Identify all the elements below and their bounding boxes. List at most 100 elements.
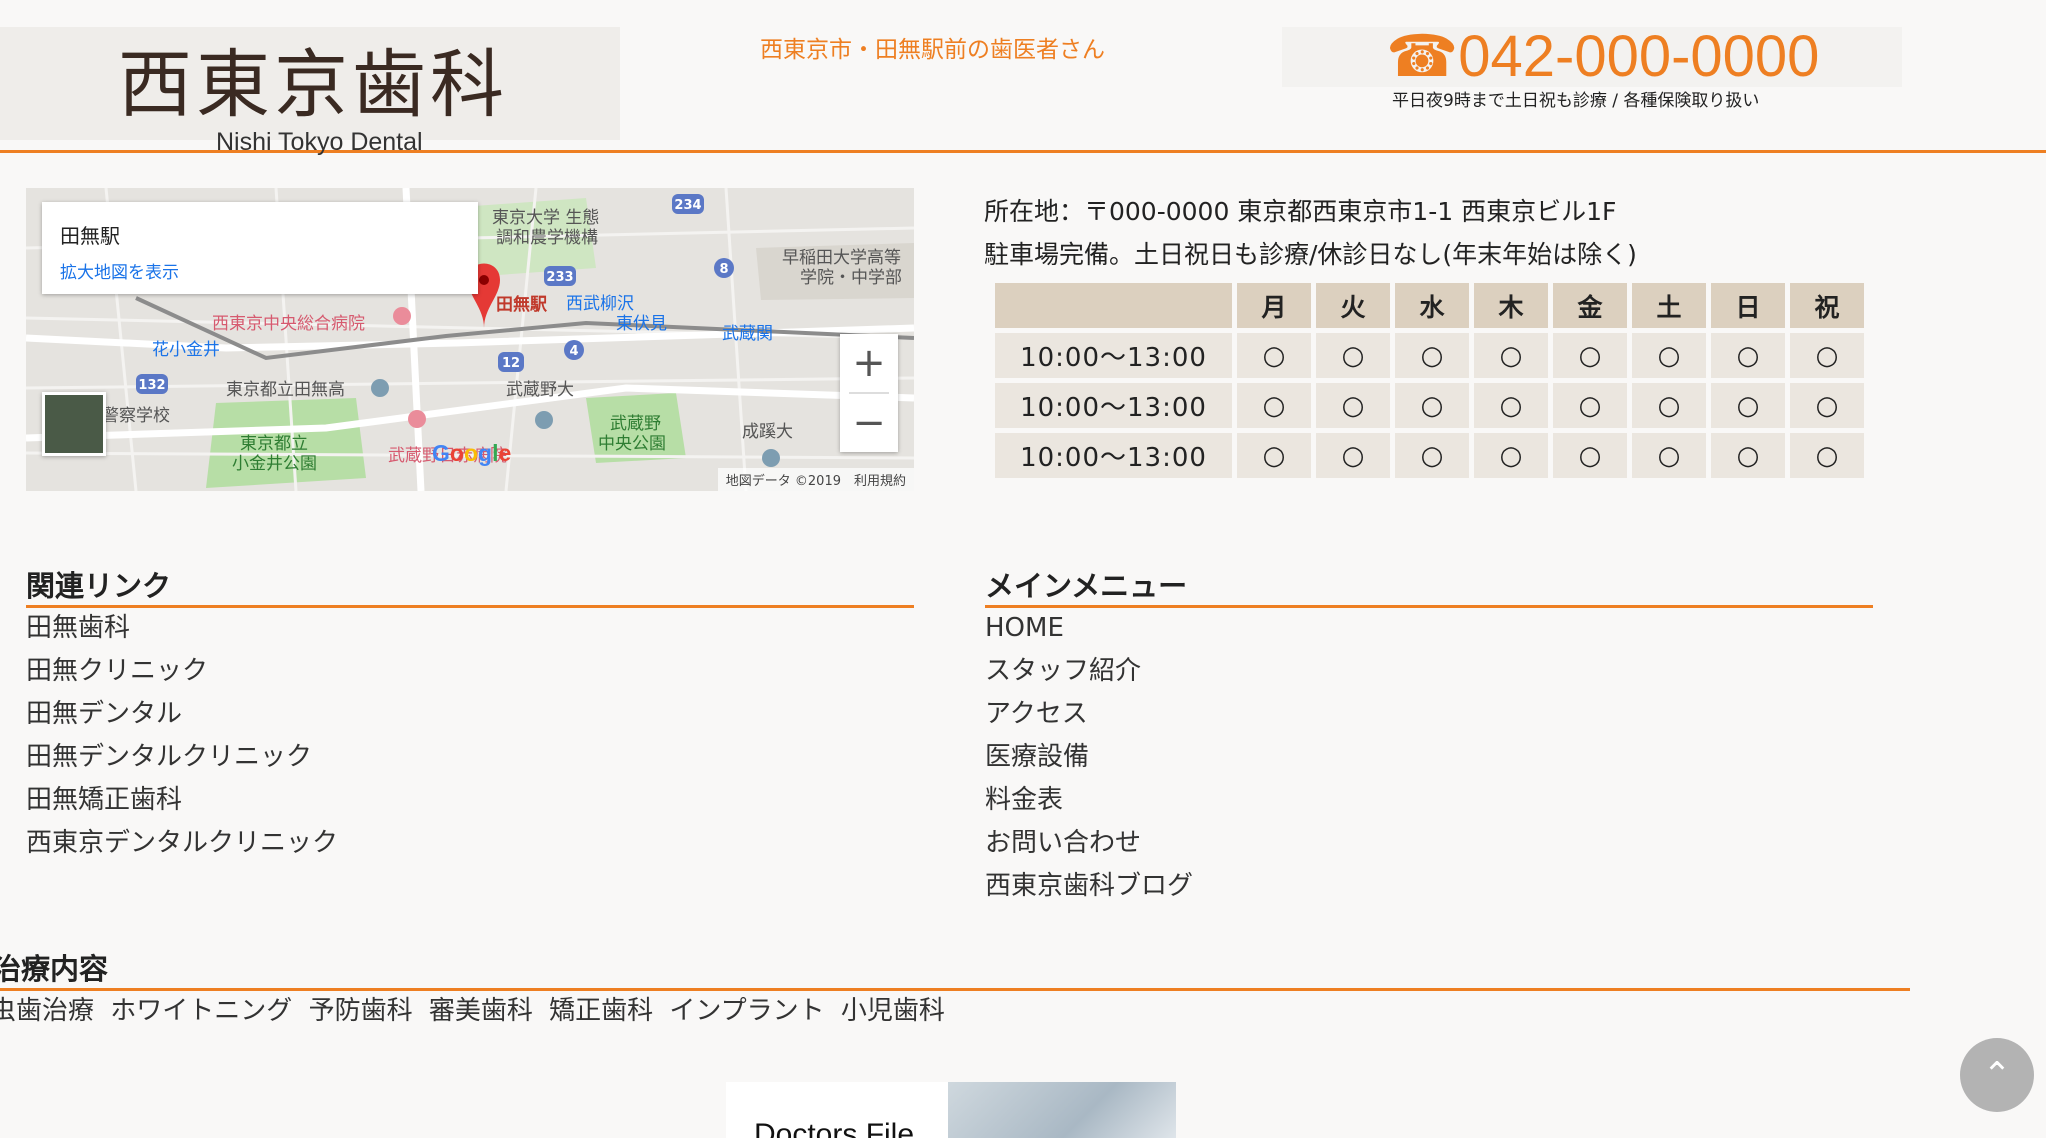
hours-table: 月 火 水 木 金 土 日 祝 10:00～13:00 ○ ○ ○ ○ ○ ○ … (990, 278, 1869, 483)
map-label-musashino-univ: 武蔵野大 (506, 380, 574, 400)
doctor-photo (948, 1082, 1176, 1138)
zoom-out-button[interactable]: − (840, 394, 898, 452)
route-12-label: 12 (502, 356, 520, 371)
hours-mark: ○ (1632, 333, 1706, 378)
hours-mark: ○ (1790, 383, 1864, 428)
treatment-item[interactable]: 予防歯科 (309, 996, 413, 1026)
hours-time: 10:00～13:00 (995, 383, 1232, 428)
access-info: 所在地：〒000-0000 東京都西東京市1-1 西東京ビル1F 駐車場完備。土… (984, 190, 1637, 276)
day-fri: 金 (1553, 283, 1627, 328)
view-larger-map-link[interactable]: 拡大地図を表示 (60, 258, 179, 283)
treatment-title: 治療内容 (0, 952, 109, 986)
map-label-univ1: 東京大学 生態 (492, 208, 600, 228)
hours-mark: ○ (1553, 383, 1627, 428)
map-attribution[interactable]: 地図データ ©2019 利用規約 (717, 468, 914, 491)
treatment-item[interactable]: ホワイトニング (110, 996, 292, 1026)
hours-mark: ○ (1553, 333, 1627, 378)
day-tue: 火 (1316, 283, 1390, 328)
hours-mark: ○ (1395, 383, 1469, 428)
treatment-list: 虫歯治療 ホワイトニング 予防歯科 審美歯科 矯正歯科 インプラント 小児歯科 (0, 990, 945, 1027)
map-info-title: 田無駅 (60, 224, 120, 248)
hours-row: 10:00～13:00 ○ ○ ○ ○ ○ ○ ○ ○ (995, 333, 1864, 378)
hours-mark: ○ (1632, 383, 1706, 428)
treatment-item[interactable]: 小児歯科 (841, 996, 945, 1026)
map-label-nishibu: 西武柳沢 (566, 294, 634, 314)
treatment-item[interactable]: 虫歯治療 (0, 996, 94, 1026)
logo[interactable]: 西東京歯科 Nishi Tokyo Dental (0, 27, 620, 156)
related-links-list: 田無歯科 田無クリニック 田無デンタル 田無デンタルクリニック 田無矯正歯科 西… (26, 607, 338, 865)
related-link-item[interactable]: 田無クリニック (26, 650, 338, 693)
hours-mark: ○ (1237, 383, 1311, 428)
treatment-item[interactable]: 矯正歯科 (549, 996, 653, 1026)
menu-item-contact[interactable]: お問い合わせ (985, 822, 1193, 865)
chevron-up-icon: ⌃ (1982, 1055, 2012, 1095)
google-map[interactable]: 234 233 8 12 4 132 田無駅 東京大学 生態 調和農学機構 早稲… (26, 188, 914, 491)
hours-mark: ○ (1790, 433, 1864, 478)
menu-item-access[interactable]: アクセス (985, 693, 1193, 736)
map-label-park2: 小金井公園 (232, 454, 317, 474)
day-sat: 土 (1632, 283, 1706, 328)
hours-mark: ○ (1790, 333, 1864, 378)
menu-item-blog[interactable]: 西東京歯科ブログ (985, 865, 1193, 908)
treatment-item[interactable]: 審美歯科 (429, 996, 533, 1026)
hours-row: 10:00～13:00 ○ ○ ○ ○ ○ ○ ○ ○ (995, 433, 1864, 478)
back-to-top-button[interactable]: ⌃ (1960, 1038, 2034, 1112)
route-233-label: 233 (546, 270, 573, 285)
hours-mark: ○ (1553, 433, 1627, 478)
zoom-in-button[interactable]: + (840, 334, 898, 392)
day-mon: 月 (1237, 283, 1311, 328)
parking-note: 駐車場完備。土日祝日も診療/休診日なし(年末年始は除く) (984, 240, 1637, 269)
route-4-label: 4 (569, 344, 578, 359)
day-thu: 木 (1474, 283, 1548, 328)
related-link-item[interactable]: 田無デンタル (26, 693, 338, 736)
phone-note: 平日夜9時まで土日祝も診療 / 各種保険取り扱い (1392, 91, 1760, 111)
map-label-waseda1: 早稲田大学高等 (782, 248, 901, 268)
main-menu-title: メインメニュー (985, 569, 1188, 603)
related-link-item[interactable]: 田無デンタルクリニック (26, 736, 338, 779)
hours-mark: ○ (1395, 433, 1469, 478)
google-logo: Google (432, 440, 512, 466)
hours-mark: ○ (1474, 433, 1548, 478)
hours-mark: ○ (1395, 333, 1469, 378)
map-label-seikei: 成蹊大 (742, 422, 793, 442)
hours-row: 10:00～13:00 ○ ○ ○ ○ ○ ○ ○ ○ (995, 383, 1864, 428)
related-link-item[interactable]: 田無歯科 (26, 607, 338, 650)
map-label-higashi: 東伏見 (616, 314, 667, 334)
hours-mark: ○ (1316, 433, 1390, 478)
banner-text: Doctors File (754, 1118, 915, 1138)
map-label-musashiseki: 武蔵関 (722, 324, 773, 344)
related-link-item[interactable]: 田無矯正歯科 (26, 779, 338, 822)
related-link-item[interactable]: 西東京デンタルクリニック (26, 822, 338, 865)
main-menu-list: HOME スタッフ紹介 アクセス 医療設備 料金表 お問い合わせ 西東京歯科ブロ… (985, 607, 1193, 908)
menu-item-pricing[interactable]: 料金表 (985, 779, 1193, 822)
logo-title: 西東京歯科 (118, 42, 508, 128)
map-label-station: 田無駅 (496, 295, 547, 315)
hours-time: 10:00～13:00 (995, 333, 1232, 378)
doctors-file-banner[interactable]: Doctors File (726, 1082, 1176, 1138)
satellite-toggle[interactable] (42, 392, 106, 456)
route-8-label: 8 (719, 262, 728, 277)
site-header: 西東京歯科 Nishi Tokyo Dental 西東京市・田無駅前の歯医者さん… (0, 0, 2046, 156)
menu-item-staff[interactable]: スタッフ紹介 (985, 650, 1193, 693)
map-label-univ2: 調和農学機構 (496, 228, 598, 248)
route-234-label: 234 (674, 198, 701, 213)
menu-item-equipment[interactable]: 医療設備 (985, 736, 1193, 779)
hours-header-row: 月 火 水 木 金 土 日 祝 (995, 283, 1864, 328)
menu-item-home[interactable]: HOME (985, 607, 1193, 650)
phone-number[interactable]: ☎042-000-0000 (1386, 24, 1819, 90)
map-info-card: 田無駅 拡大地図を表示 (42, 202, 478, 294)
hours-mark: ○ (1711, 383, 1785, 428)
hours-mark: ○ (1711, 433, 1785, 478)
hours-mark: ○ (1632, 433, 1706, 478)
hours-mark: ○ (1711, 333, 1785, 378)
map-label-central2: 中央公園 (598, 434, 666, 454)
map-label-police: 警察学校 (102, 406, 170, 426)
hours-mark: ○ (1474, 383, 1548, 428)
hours-mark: ○ (1474, 333, 1548, 378)
map-label-hospital: 西東京中央総合病院 (212, 314, 365, 334)
hours-mark: ○ (1237, 433, 1311, 478)
logo-subtitle: Nishi Tokyo Dental (216, 128, 423, 156)
treatment-item[interactable]: インプラント (669, 996, 824, 1026)
route-132-label: 132 (138, 378, 165, 393)
map-zoom-control: + − (840, 334, 898, 452)
